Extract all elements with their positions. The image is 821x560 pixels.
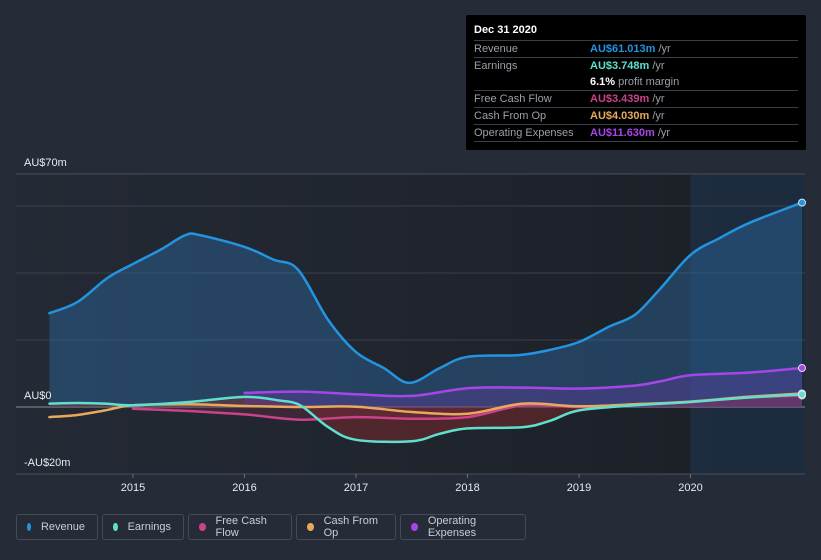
x-tick-label: 2020: [678, 482, 702, 494]
tooltip-label: Operating Expenses: [474, 127, 574, 139]
tooltip-label: Revenue: [474, 43, 519, 55]
profit-margin-label: profit margin: [618, 76, 680, 88]
legend-item-operating-expenses[interactable]: Operating Expenses: [400, 514, 526, 540]
tooltip-row-profit-margin: 6.1% profit margin: [474, 74, 798, 91]
x-tick-label: 2016: [232, 482, 256, 494]
legend-item-earnings[interactable]: Earnings: [102, 514, 184, 540]
endpoint-earnings: [798, 390, 806, 399]
y-axis-label-top: AU$70m: [24, 157, 67, 169]
tooltip-unit: /yr: [652, 93, 665, 105]
operating-expenses-dot-icon: [411, 523, 418, 531]
x-tick-label: 2018: [455, 482, 479, 494]
x-tick-label: 2015: [121, 482, 145, 494]
profit-margin-value: 6.1%: [590, 76, 616, 88]
tooltip-unit: /yr: [652, 110, 665, 122]
y-axis-label-bottom: -AU$20m: [24, 457, 71, 469]
tooltip-date: Dec 31 2020: [474, 21, 798, 41]
x-tick-label: 2017: [344, 482, 368, 494]
tooltip-row-free-cash-flow: Free Cash Flow AU$3.439m /yr: [474, 91, 798, 108]
tooltip-unit: /yr: [652, 60, 665, 72]
legend-label: Cash From Op: [323, 515, 378, 539]
free-cash-flow-dot-icon: [199, 523, 206, 531]
tooltip-label: Cash From Op: [474, 110, 547, 122]
tooltip-value: AU$4.030m: [590, 110, 650, 122]
tooltip-row-operating-expenses: Operating Expenses AU$11.630m /yr: [474, 125, 798, 142]
legend-item-free-cash-flow[interactable]: Free Cash Flow: [188, 514, 292, 540]
endpoint-revenue: [798, 198, 806, 207]
legend-label: Earnings: [127, 521, 171, 533]
legend-label: Operating Expenses: [427, 515, 477, 539]
earnings-dot-icon: [113, 523, 118, 531]
tooltip-label: Free Cash Flow: [474, 93, 552, 105]
y-axis-label-zero: AU$0: [24, 390, 52, 402]
tooltip-row-cash-from-op: Cash From Op AU$4.030m /yr: [474, 108, 798, 125]
tooltip-value: AU$3.439m: [590, 93, 650, 105]
tooltip-row-earnings: Earnings AU$3.748m /yr: [474, 58, 798, 74]
cash-from-op-dot-icon: [307, 523, 314, 531]
tooltip-value: AU$61.013m: [590, 43, 656, 55]
revenue-dot-icon: [27, 523, 31, 531]
endpoint-operating-expenses: [798, 364, 806, 373]
legend-label: Free Cash Flow: [215, 515, 267, 539]
tooltip-value: AU$3.748m: [590, 60, 650, 72]
tooltip-label: Earnings: [474, 60, 518, 72]
tooltip-value: AU$11.630m: [590, 127, 655, 139]
tooltip-unit: /yr: [657, 127, 671, 139]
legend-label: Revenue: [40, 521, 85, 533]
tooltip-row-revenue: Revenue AU$61.013m /yr: [474, 41, 798, 58]
legend-item-cash-from-op[interactable]: Cash From Op: [296, 514, 396, 540]
tooltip-unit: /yr: [658, 43, 671, 55]
data-tooltip: Dec 31 2020 Revenue AU$61.013m /yr Earni…: [466, 15, 806, 150]
chart-legend: Revenue Earnings Free Cash Flow Cash Fro…: [16, 514, 526, 540]
x-tick-label: 2019: [567, 482, 591, 494]
legend-item-revenue[interactable]: Revenue: [16, 514, 98, 540]
